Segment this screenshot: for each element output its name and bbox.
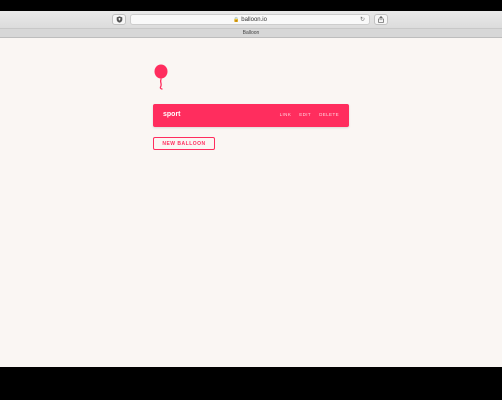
address-bar[interactable]: 🔒 balloon.io ↻ [130,14,370,25]
page-content: sport LINK EDIT DELETE NEW BALLOON [0,38,502,367]
balloon-icon [154,64,168,90]
top-letterbox [0,0,502,11]
browser-window: 🔒 balloon.io ↻ Balloon sport LINK EDIT D… [0,0,502,400]
lock-icon: 🔒 [233,16,240,23]
delete-button[interactable]: DELETE [319,112,339,117]
balloon-actions: LINK EDIT DELETE [280,112,339,117]
shield-icon [116,16,122,23]
new-balloon-button[interactable]: NEW BALLOON [153,137,215,150]
address-url: balloon.io [241,16,267,23]
share-icon [378,16,384,23]
reload-icon[interactable]: ↻ [360,16,365,23]
balloon-title[interactable]: sport [163,111,181,118]
share-button[interactable] [374,14,388,25]
balloon-card[interactable]: sport LINK EDIT DELETE [153,104,349,127]
tab-title[interactable]: Balloon [243,30,260,36]
privacy-button[interactable] [112,14,126,25]
browser-toolbar: 🔒 balloon.io ↻ [0,11,502,29]
tab-bar: Balloon [0,29,502,38]
edit-button[interactable]: EDIT [299,112,311,117]
bottom-letterbox [0,367,502,400]
link-button[interactable]: LINK [280,112,292,117]
